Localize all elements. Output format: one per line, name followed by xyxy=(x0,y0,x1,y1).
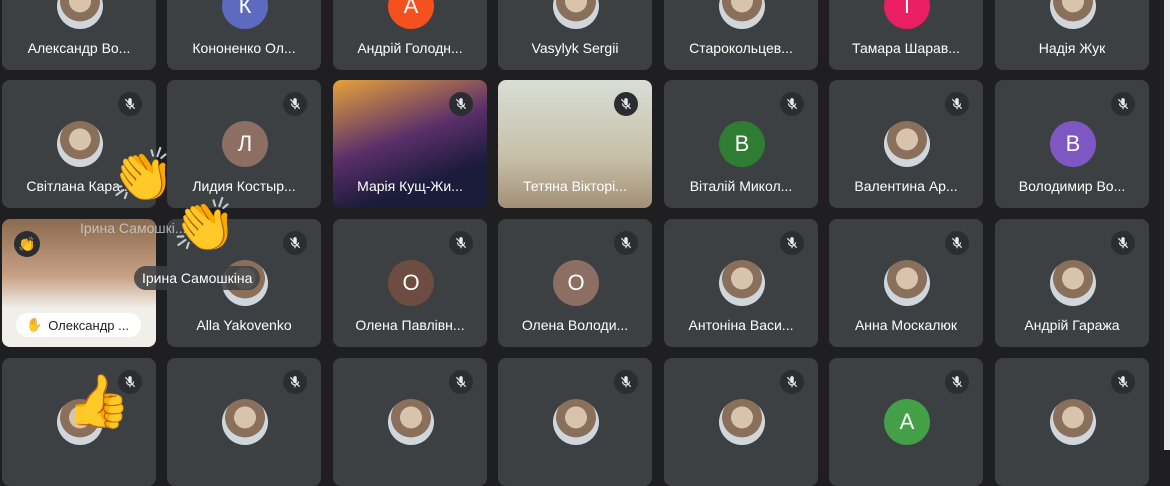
participant-tile[interactable] xyxy=(995,358,1149,486)
participant-tile[interactable]: Vasylyk Sergii xyxy=(498,0,652,70)
participant-tile[interactable]: А Андрій Голодн... xyxy=(333,0,487,70)
participant-name: Vasylyk Sergii xyxy=(531,40,619,56)
clap-reaction-emoji: 👏 xyxy=(110,147,175,205)
participant-avatar: В xyxy=(1050,121,1096,167)
participant-name: Тетяна Вікторі... xyxy=(523,178,627,194)
participant-tile[interactable]: О Олена Володи... xyxy=(498,219,652,347)
participant-tile[interactable]: Андрій Гаража xyxy=(995,219,1149,347)
participant-avatar xyxy=(884,260,930,306)
mic-off-icon xyxy=(283,92,307,116)
participant-tile[interactable]: Тетяна Вікторі... xyxy=(498,80,652,208)
participant-avatar xyxy=(553,0,599,29)
participant-avatar xyxy=(1050,399,1096,445)
hand-icon: ✋ xyxy=(26,317,43,332)
participant-name: Старокольцев... xyxy=(689,40,793,56)
participant-name: Тамара Шарав... xyxy=(852,40,960,56)
participant-tile[interactable]: В Володимир Во... xyxy=(995,80,1149,208)
participant-tile[interactable]: К Кононенко Ол... xyxy=(167,0,321,70)
mic-off-icon xyxy=(1111,92,1135,116)
mic-off-icon xyxy=(283,231,307,255)
participant-avatar xyxy=(1050,260,1096,306)
participant-name: Надія Жук xyxy=(1038,40,1106,56)
participant-avatar xyxy=(719,0,765,29)
participant-name: Alla Yakovenko xyxy=(196,317,292,333)
participant-tile[interactable]: Валентина Ар... xyxy=(829,80,983,208)
participant-name: Лидия Костыр... xyxy=(192,178,296,194)
participant-avatar xyxy=(57,121,103,167)
raised-hand-name-pill: ✋ Олександр ... xyxy=(16,313,141,337)
mic-off-icon xyxy=(614,92,638,116)
participant-avatar: О xyxy=(553,260,599,306)
participant-name: Кононенко Ол... xyxy=(192,40,296,56)
mic-off-icon xyxy=(283,370,307,394)
participant-name: Валентина Ар... xyxy=(854,178,958,194)
participant-avatar xyxy=(57,0,103,29)
participant-avatar: К xyxy=(222,0,268,29)
mic-off-icon xyxy=(945,370,969,394)
mic-off-icon xyxy=(780,370,804,394)
participant-tile[interactable] xyxy=(664,358,818,486)
participant-tile[interactable]: В Віталій Микол... xyxy=(664,80,818,208)
reaction-sender-name: Ірина Самошкіна xyxy=(134,266,261,290)
participant-tile[interactable]: Надія Жук xyxy=(995,0,1149,70)
participant-name: Володимир Во... xyxy=(1018,178,1126,194)
participant-name: Віталій Микол... xyxy=(689,178,793,194)
participant-name: Анна Москалюк xyxy=(854,317,958,333)
participant-tile[interactable] xyxy=(333,358,487,486)
mic-off-icon xyxy=(780,231,804,255)
mic-off-icon xyxy=(449,231,473,255)
participant-tile[interactable]: О Олена Павлівн... xyxy=(333,219,487,347)
participant-name: Александр Во... xyxy=(27,40,131,56)
participant-avatar: Л xyxy=(222,121,268,167)
clap-reaction-emoji: 👏 xyxy=(172,197,237,255)
raised-hand-icon: 👏 xyxy=(14,231,40,257)
participant-name: Олена Володи... xyxy=(521,317,629,333)
participant-name: Олександр ... xyxy=(48,317,129,333)
participant-tile[interactable]: Антоніна Васи... xyxy=(664,219,818,347)
participant-avatar xyxy=(388,399,434,445)
participant-tile[interactable]: А xyxy=(829,358,983,486)
participant-tile[interactable]: Анна Москалюк xyxy=(829,219,983,347)
participant-name: Андрій Голодн... xyxy=(357,40,463,56)
mic-off-icon xyxy=(780,92,804,116)
participant-avatar: О xyxy=(388,260,434,306)
participant-avatar xyxy=(719,260,765,306)
mic-off-icon xyxy=(614,231,638,255)
mic-off-icon xyxy=(614,370,638,394)
participant-avatar: А xyxy=(884,399,930,445)
mic-off-icon xyxy=(449,370,473,394)
participant-tile[interactable]: Александр Во... xyxy=(2,0,156,70)
participant-tile[interactable]: Т Тамара Шарав... xyxy=(829,0,983,70)
participant-avatar xyxy=(719,399,765,445)
participant-name: Марія Кущ-Жи... xyxy=(357,178,463,194)
thumbs-up-reaction-emoji: 👍 xyxy=(66,373,131,431)
participant-avatar xyxy=(553,399,599,445)
participant-tile[interactable] xyxy=(167,358,321,486)
mic-off-icon xyxy=(449,92,473,116)
participant-avatar: В xyxy=(719,121,765,167)
mic-off-icon xyxy=(945,92,969,116)
participant-tile[interactable]: Л Лидия Костыр... xyxy=(167,80,321,208)
participant-tile[interactable]: Старокольцев... xyxy=(664,0,818,70)
mic-off-icon xyxy=(1111,370,1135,394)
participant-name: Андрій Гаража xyxy=(1024,317,1120,333)
mic-off-icon xyxy=(1111,231,1135,255)
participant-avatar xyxy=(884,121,930,167)
participant-avatar: А xyxy=(388,0,434,29)
participant-name: Антоніна Васи... xyxy=(688,317,794,333)
mic-off-icon xyxy=(945,231,969,255)
participant-name: Олена Павлівн... xyxy=(355,317,465,333)
participant-tile[interactable] xyxy=(498,358,652,486)
participant-tile[interactable]: Марія Кущ-Жи... xyxy=(333,80,487,208)
mic-off-icon xyxy=(118,92,142,116)
participant-avatar xyxy=(1050,0,1096,29)
participant-avatar: Т xyxy=(884,0,930,29)
side-panel-edge xyxy=(1164,0,1170,450)
participant-avatar xyxy=(222,399,268,445)
